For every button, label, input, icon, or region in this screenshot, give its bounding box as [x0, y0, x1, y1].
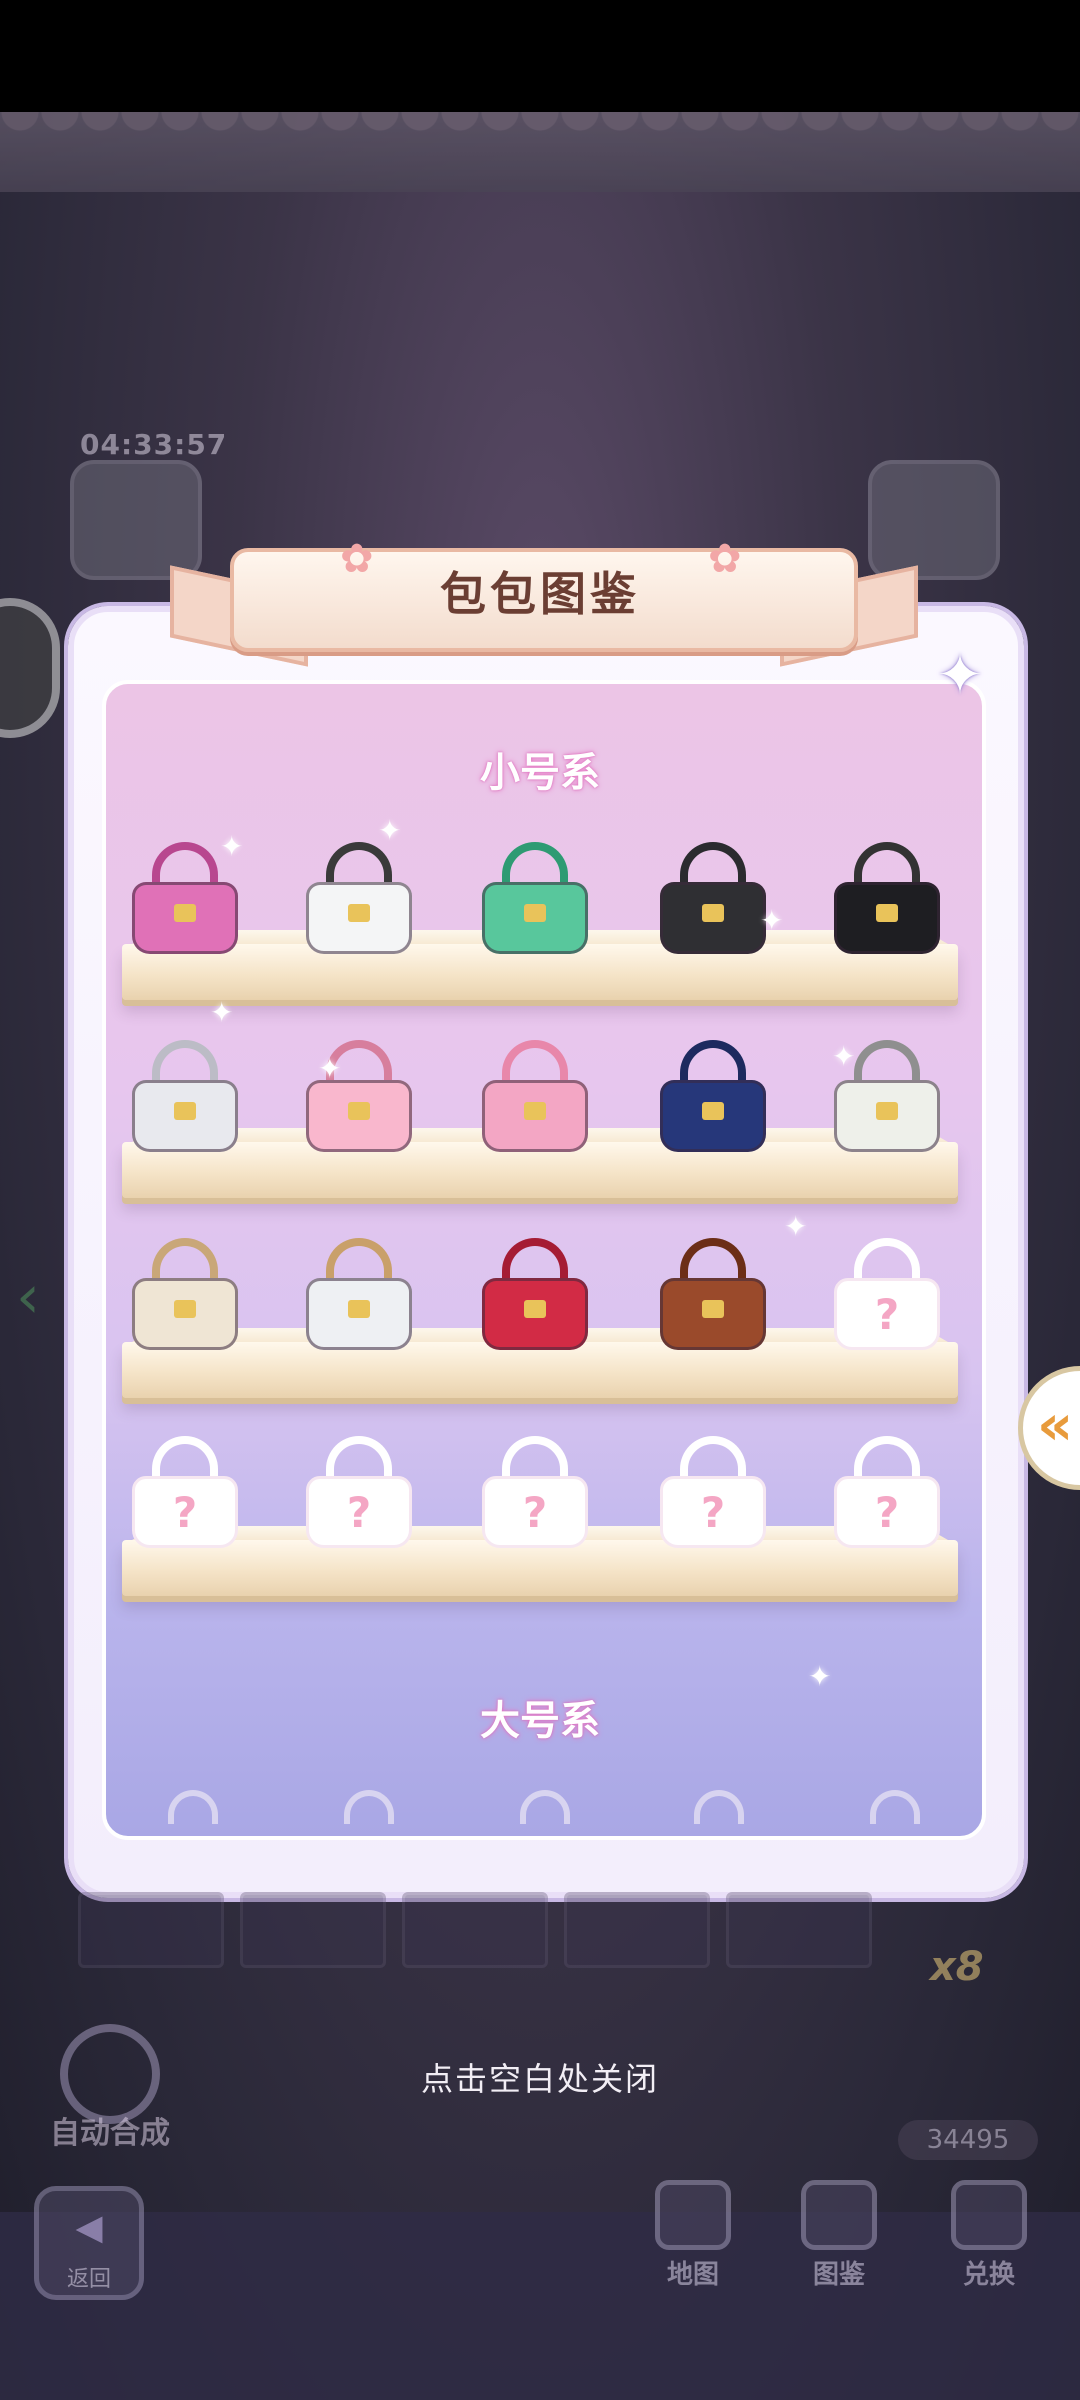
brown-buckle-bag[interactable] [660, 1238, 770, 1354]
bag-clasp [348, 904, 370, 922]
locked-question-mark: ? [700, 1488, 726, 1537]
sparkle-icon: ✦ [210, 996, 234, 1029]
back-arrow-icon: ◂ [75, 2194, 103, 2257]
sparkle-icon: ✦ [784, 1210, 808, 1243]
flower-icon: ✿ [340, 536, 374, 582]
nav-catalog-label: 图鉴 [812, 2260, 865, 2290]
merge-slot[interactable] [240, 1892, 386, 1968]
merge-slot[interactable] [402, 1892, 548, 1968]
bag-clasp [174, 1102, 196, 1120]
double-chevron-left-icon: « [1037, 1393, 1074, 1458]
status-bar [0, 0, 1080, 112]
bag-clasp [174, 904, 196, 922]
bag-clasp [702, 1102, 724, 1120]
nav-map-label: 地图 [666, 2260, 719, 2290]
merge-slots [78, 1892, 1008, 1972]
shop-icon [951, 2180, 1027, 2250]
nav-catalog-button[interactable]: 图鉴 [784, 2180, 894, 2290]
silver-structured-bag[interactable] [132, 1040, 242, 1156]
locked-bag[interactable]: ? [834, 1436, 944, 1552]
black-argyle-bag[interactable] [660, 842, 770, 958]
bag-clasp [524, 1102, 546, 1120]
first-aid-kit-icon[interactable] [70, 460, 202, 580]
locked-question-mark: ? [522, 1488, 548, 1537]
back-button[interactable]: ◂ 返回 [34, 2186, 144, 2300]
lace-border [0, 112, 1080, 192]
bag-clasp [348, 1300, 370, 1318]
nav-exchange-label: 兑换 [962, 2260, 1015, 2290]
cream-chain-bag[interactable] [132, 1238, 242, 1354]
sparkle-icon: ✦ [808, 1660, 832, 1693]
locked-question-mark: ? [874, 1488, 900, 1537]
locked-bag[interactable]: ? [660, 1436, 770, 1552]
locked-bag[interactable]: ? [834, 1238, 944, 1354]
section-title-large: 大号系 [480, 1698, 600, 1744]
back-label: 返回 [66, 2267, 111, 2292]
shopping-cart-icon[interactable] [868, 460, 1000, 580]
bag-clasp [876, 904, 898, 922]
red-box-bag[interactable] [482, 1238, 592, 1354]
mint-tote-bag[interactable] [482, 842, 592, 958]
bag-clasp [524, 1300, 546, 1318]
bag-clasp [174, 1300, 196, 1318]
tap-to-close-hint[interactable]: 点击空白处关闭 [0, 2054, 1080, 2100]
bag-catalog-icon [801, 2180, 877, 2250]
locked-bag[interactable]: ? [482, 1436, 592, 1552]
merge-slot[interactable] [564, 1892, 710, 1968]
sparkle-icon: ✦ [378, 814, 402, 847]
dialog-title: 包包图鉴 [440, 567, 640, 621]
pastel-colorblock-bag[interactable] [482, 1040, 592, 1156]
map-icon [655, 2180, 731, 2250]
merge-slot[interactable] [78, 1892, 224, 1968]
bag-clasp [524, 904, 546, 922]
auto-merge-label: 自动合成 [50, 2116, 170, 2151]
timer-text: 04:33:57 [80, 428, 228, 461]
close-star-icon[interactable]: ✦ [928, 644, 992, 708]
bag-clasp [702, 904, 724, 922]
bag-clasp [876, 1102, 898, 1120]
locked-question-mark: ? [346, 1488, 372, 1537]
locked-question-mark: ? [874, 1290, 900, 1339]
left-arrow-icon[interactable]: ‹ [16, 1262, 40, 1332]
locked-bag[interactable]: ? [132, 1436, 242, 1552]
section-title-small: 小号系 [480, 750, 600, 796]
multiplier-badge: x8 [930, 1944, 984, 1990]
white-flap-bag[interactable] [306, 842, 416, 958]
locked-bag[interactable]: ? [306, 1436, 416, 1552]
sparkle-icon: ✦ [220, 830, 244, 863]
black-fur-bag[interactable] [834, 842, 944, 958]
coin-counter: 34495 [898, 2120, 1038, 2160]
bag-clasp [702, 1300, 724, 1318]
flower-icon: ✿ [708, 536, 742, 582]
white-chain-bag[interactable] [306, 1238, 416, 1354]
locked-question-mark: ? [172, 1488, 198, 1537]
navy-lock-bag[interactable] [660, 1040, 770, 1156]
sparkle-icon: ✦ [760, 904, 784, 937]
nav-map-button[interactable]: 地图 [638, 2180, 748, 2290]
sparkle-icon: ✦ [318, 1052, 342, 1085]
merge-slot[interactable] [726, 1892, 872, 1968]
bag-clasp [348, 1102, 370, 1120]
sparkle-icon: ✦ [832, 1040, 856, 1073]
bottom-nav-bar [0, 2212, 1080, 2400]
nav-exchange-button[interactable]: 兑换 [934, 2180, 1044, 2290]
